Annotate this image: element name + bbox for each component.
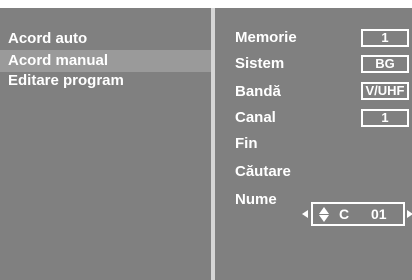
menu-item-label: Acord auto: [8, 30, 88, 47]
memorie-value[interactable]: 1: [361, 29, 409, 47]
name-editor[interactable]: C 01: [302, 202, 412, 226]
sistem-value[interactable]: BG: [361, 55, 409, 73]
down-arrow-icon[interactable]: [319, 215, 329, 222]
settings-panel: Memorie 1 Sistem BG Bandă V/UHF Canal 1 …: [215, 8, 412, 280]
menu-item-acord-auto[interactable]: Acord auto: [0, 28, 211, 50]
memorie-label: Memorie: [235, 29, 297, 46]
up-down-icon[interactable]: [319, 207, 329, 223]
menu-item-label: Acord manual: [8, 52, 109, 69]
fin-label[interactable]: Fin: [235, 134, 258, 154]
canal-value[interactable]: 1: [361, 109, 409, 127]
banda-label: Bandă: [235, 83, 281, 100]
name-letter: C: [339, 206, 350, 222]
arrow-left-icon[interactable]: [302, 210, 308, 218]
menu-panel: Acord auto Acord manual Editare program: [0, 8, 211, 280]
banda-value[interactable]: V/UHF: [361, 82, 409, 100]
menu-item-label: Editare program: [8, 72, 124, 89]
up-arrow-icon[interactable]: [319, 207, 329, 214]
nume-label: Nume: [235, 191, 277, 208]
canal-label: Canal: [235, 109, 276, 126]
name-number: 01: [371, 206, 387, 222]
arrow-right-icon[interactable]: [407, 210, 412, 218]
menu-item-acord-manual[interactable]: Acord manual: [0, 50, 211, 72]
name-field[interactable]: C 01: [311, 202, 405, 226]
sistem-label: Sistem: [235, 55, 285, 72]
menu-item-editare-program[interactable]: Editare program: [0, 70, 211, 92]
cautare-label[interactable]: Căutare: [235, 162, 291, 182]
